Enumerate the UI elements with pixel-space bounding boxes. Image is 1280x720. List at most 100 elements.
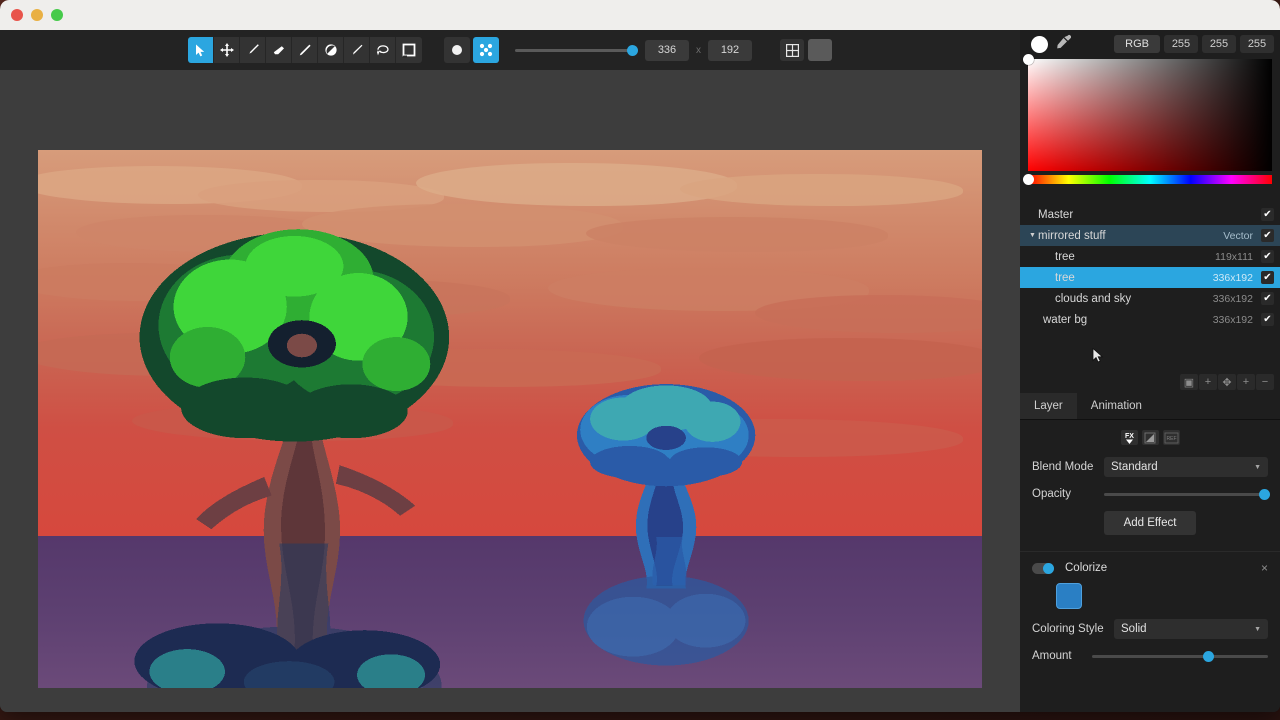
select-tool[interactable] (188, 37, 214, 63)
window-maximize-button[interactable] (51, 9, 63, 21)
add-frame-button[interactable]: + (1237, 374, 1255, 390)
amount-label: Amount (1032, 650, 1072, 662)
colorize-effect-title: Colorize (1065, 562, 1108, 574)
move-tool[interactable] (214, 37, 240, 63)
layer-visibility-checkbox[interactable]: ✔ (1261, 292, 1274, 305)
blue-channel-input[interactable]: 255 (1240, 35, 1274, 53)
layer-name: tree (1055, 250, 1075, 263)
coloring-style-select[interactable]: Solid ▼ (1114, 619, 1268, 639)
amount-slider[interactable] (1092, 650, 1268, 662)
foreground-color-swatch[interactable] (1031, 35, 1048, 53)
line-tool[interactable] (292, 37, 318, 63)
chevron-down-icon[interactable]: ▼ (1029, 232, 1038, 239)
opacity-label: Opacity (1032, 488, 1071, 500)
add-layer-button[interactable]: + (1199, 374, 1217, 390)
grid-icon[interactable] (780, 39, 804, 61)
round-shape-button[interactable] (444, 37, 470, 63)
dimension-separator: x (696, 44, 701, 56)
layer-row-clouds-and-sky[interactable]: clouds and sky 336x192 ✔ (1020, 288, 1280, 309)
right-panel: RGB 255 255 255 Master ✔ ▼ mirrored stuf… (1020, 30, 1280, 712)
layer-visibility-checkbox[interactable]: ✔ (1261, 271, 1274, 284)
chevron-down-icon: ▼ (1254, 625, 1261, 633)
layer-meta: 336x192 (1212, 313, 1253, 326)
canvas-height-input[interactable]: 192 (708, 39, 752, 61)
sv-gradient (1028, 59, 1272, 171)
artwork-canvas[interactable] (38, 150, 982, 688)
duplicate-layer-button[interactable]: ▣ (1180, 374, 1198, 390)
reference-button[interactable]: REF (1162, 430, 1180, 445)
scatter-shape-button[interactable] (473, 37, 499, 63)
blend-mode-select[interactable]: Standard ▼ (1104, 457, 1268, 477)
eyedropper-icon[interactable] (1056, 34, 1072, 54)
opacity-slider[interactable] (1104, 488, 1270, 500)
layer-row-tree-selected[interactable]: tree 336x192 ✔ (1020, 267, 1280, 288)
layer-row-master[interactable]: Master ✔ (1020, 204, 1280, 225)
lasso-tool[interactable] (370, 37, 396, 63)
brush-shape-group (444, 37, 499, 63)
color-swatch-button[interactable] (808, 39, 832, 61)
color-picker-header: RGB 255 255 255 (1020, 30, 1280, 58)
hue-slider[interactable] (1023, 174, 1272, 185)
eraser-tool[interactable] (266, 37, 292, 63)
amount-knob[interactable] (1202, 650, 1214, 662)
fx-button-row: FX REF (1032, 430, 1268, 445)
canvas-width-input[interactable]: 336 (645, 39, 689, 61)
layer-visibility-checkbox[interactable]: ✔ (1261, 229, 1274, 242)
app-root: 336 x 192 RGB 255 255 255 Master ✔ ▼ mir… (0, 0, 1280, 720)
add-group-button[interactable]: ✥ (1218, 374, 1236, 390)
layer-row-tree-small[interactable]: tree 119x111 ✔ (1020, 246, 1280, 267)
add-effect-button[interactable]: Add Effect (1103, 511, 1197, 535)
paint-bucket-tool[interactable] (318, 37, 344, 63)
pencil-tool[interactable] (240, 37, 266, 63)
colorize-effect-header: Colorize × (1032, 561, 1268, 575)
colorize-enable-toggle[interactable] (1032, 562, 1054, 574)
colorize-color-swatch[interactable] (1056, 583, 1082, 609)
layer-name: Master (1038, 208, 1074, 221)
layer-visibility-checkbox[interactable]: ✔ (1261, 250, 1274, 263)
layer-row-water-bg[interactable]: water bg 336x192 ✔ (1020, 309, 1280, 330)
hue-selector-knob[interactable] (1023, 174, 1034, 185)
green-channel-input[interactable]: 255 (1202, 35, 1236, 53)
mask-button[interactable] (1141, 430, 1159, 445)
sv-selector-knob[interactable] (1023, 54, 1034, 65)
tool-group (188, 37, 422, 63)
brush-size-slider[interactable] (515, 44, 638, 56)
opacity-knob[interactable] (1259, 488, 1270, 500)
fx-button[interactable]: FX (1120, 430, 1138, 445)
layer-meta: 119x111 (1215, 250, 1253, 263)
layer-meta: Vector (1223, 229, 1253, 242)
tab-animation[interactable]: Animation (1077, 393, 1156, 419)
layer-visibility-checkbox[interactable]: ✔ (1261, 313, 1274, 326)
saturation-value-field[interactable] (1023, 54, 1272, 171)
coloring-style-value: Solid (1121, 623, 1147, 635)
brush-size-track[interactable] (515, 44, 638, 56)
layer-list-empty-space[interactable] (1020, 330, 1280, 374)
layer-meta: 336x192 (1212, 271, 1253, 284)
brush-size-knob[interactable] (627, 44, 638, 56)
blend-mode-row: Blend Mode Standard ▼ (1032, 457, 1268, 477)
opacity-row: Opacity (1032, 488, 1270, 500)
toggle-knob (1043, 562, 1054, 574)
window-minimize-button[interactable] (31, 9, 43, 21)
layer-action-bar: ▣ + ✥ + − (1020, 374, 1280, 393)
coloring-style-row: Coloring Style Solid ▼ (1032, 619, 1268, 639)
divider (1020, 551, 1280, 552)
brush-tool[interactable] (344, 37, 370, 63)
rectangle-tool[interactable] (396, 37, 422, 63)
close-icon[interactable]: × (1261, 561, 1268, 575)
colorized-tree-reflection (567, 537, 765, 672)
layer-meta: 336x192 (1212, 292, 1253, 305)
window-close-button[interactable] (11, 9, 23, 21)
layer-name: mirrored stuff (1038, 229, 1106, 242)
application-window: 336 x 192 RGB 255 255 255 Master ✔ ▼ mir… (0, 0, 1280, 712)
editor-region: 336 x 192 (0, 30, 1020, 712)
layer-visibility-checkbox[interactable]: ✔ (1261, 208, 1274, 221)
picker-spacer (1020, 184, 1280, 204)
svg-text:REF: REF (1166, 436, 1176, 442)
canvas-area[interactable] (0, 70, 1020, 712)
delete-layer-button[interactable]: − (1256, 374, 1274, 390)
layer-row-mirrored-stuff[interactable]: ▼ mirrored stuff Vector ✔ (1020, 225, 1280, 246)
tab-layer[interactable]: Layer (1020, 393, 1077, 419)
color-mode-button[interactable]: RGB (1114, 35, 1160, 53)
red-channel-input[interactable]: 255 (1164, 35, 1198, 53)
